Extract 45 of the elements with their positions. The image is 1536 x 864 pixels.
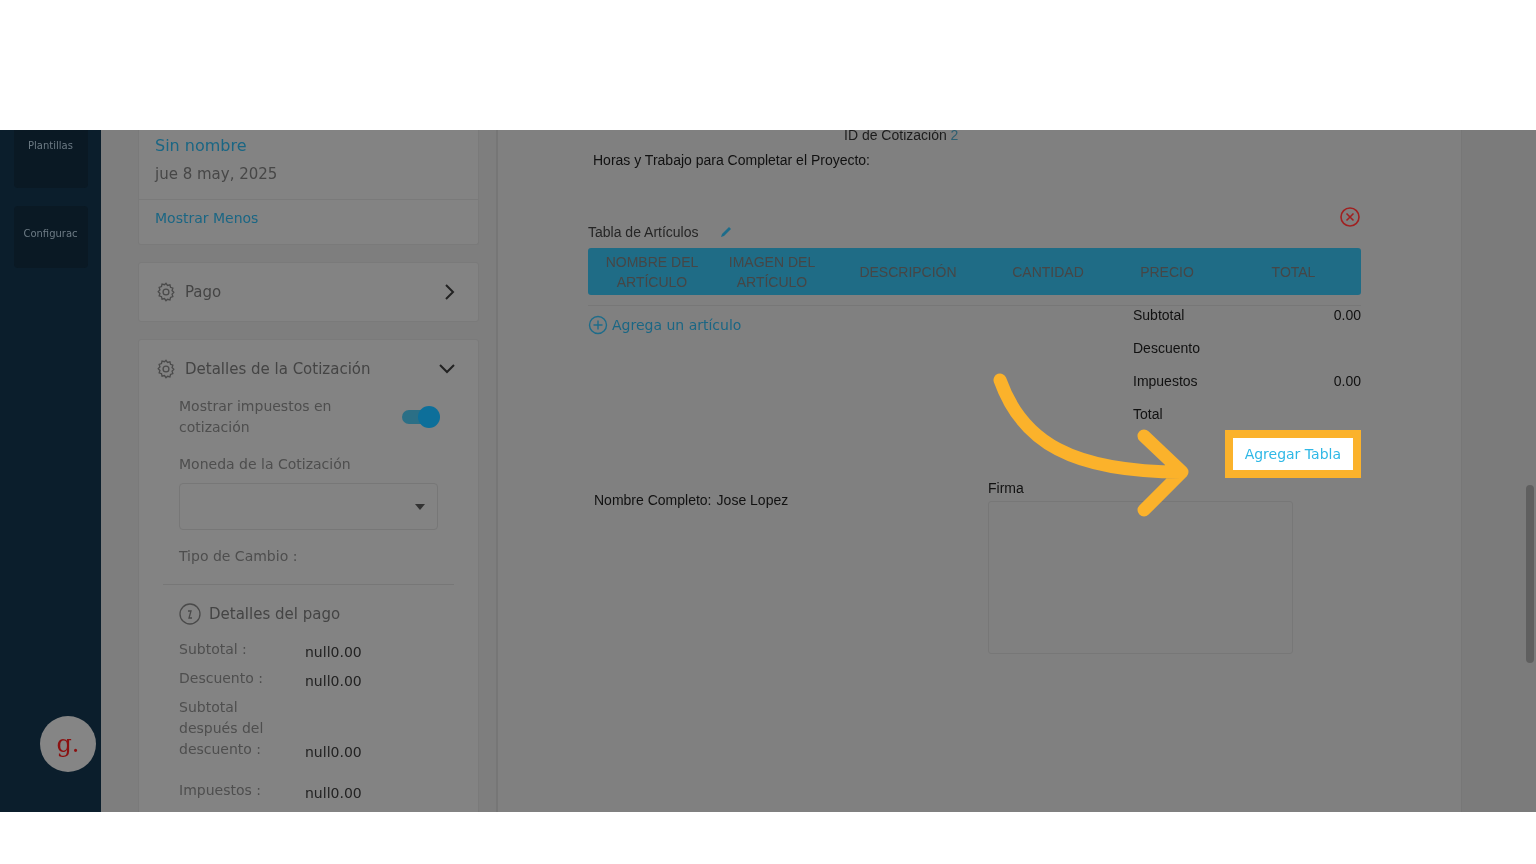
- pencil-icon[interactable]: [718, 225, 733, 239]
- section-title[interactable]: Detalles de la Cotización: [185, 360, 430, 378]
- nav-item[interactable]: Configurac: [13, 206, 88, 268]
- section-title[interactable]: Pago: [185, 283, 436, 301]
- table-title: Tabla de Artículos: [588, 224, 699, 240]
- section-heading: Horas y Trabajo para Completar el Proyecto:: [593, 152, 871, 168]
- gear-icon: [155, 358, 177, 380]
- total-label: Impuestos: [1133, 373, 1199, 389]
- payment-value: null0.00: [305, 644, 363, 660]
- total-label: Total: [1133, 406, 1164, 422]
- payment-value: null0.00: [305, 744, 363, 760]
- payment-value: null0.00: [305, 785, 363, 801]
- column-header: CANTIDAD: [1011, 262, 1085, 282]
- close-icon[interactable]: [1339, 206, 1361, 228]
- column-header: NOMBRE DEL ARTÍCULO: [604, 252, 700, 292]
- quote-title: Sin nombre: [155, 136, 248, 155]
- full-name-label: Nombre Completo:: [594, 492, 712, 508]
- plus-circle-icon: [588, 315, 608, 335]
- chevron-down-icon[interactable]: [438, 363, 456, 375]
- show-less-link[interactable]: Mostrar Menos: [155, 210, 259, 226]
- total-label: Subtotal: [1133, 307, 1186, 323]
- chevron-right-icon[interactable]: [444, 283, 456, 301]
- signature-label: Firma: [988, 480, 1025, 496]
- currency-select[interactable]: [179, 483, 438, 530]
- payment-value: null0.00: [305, 673, 363, 689]
- signature-box[interactable]: [988, 501, 1293, 654]
- add-table-button[interactable]: Agregar Tabla: [1224, 430, 1361, 478]
- nav-item[interactable]: Plantillas: [13, 130, 88, 188]
- column-header: IMAGEN DEL ARTÍCULO: [727, 252, 817, 292]
- full-name-value: Jose Lopez: [716, 492, 789, 508]
- info-icon: [179, 603, 201, 625]
- dropdown-caret-icon: [415, 503, 425, 510]
- quote-id: ID de Cotización 2: [843, 130, 960, 143]
- column-header: DESCRIPCIÓN: [858, 262, 958, 282]
- scrollbar-thumb[interactable]: [1526, 485, 1534, 663]
- column-header: TOTAL: [1270, 262, 1317, 282]
- total-value: 0.00: [1333, 373, 1361, 389]
- quote-date: jue 8 may, 2025: [155, 165, 279, 183]
- add-item-link[interactable]: Agrega un artículo: [588, 315, 742, 335]
- total-value: 0.00: [1333, 307, 1361, 323]
- payment-details-title: Detalles del pago: [209, 605, 341, 623]
- column-header: PRECIO: [1139, 262, 1195, 282]
- gear-icon: [155, 281, 177, 303]
- total-label: Descuento: [1133, 340, 1201, 356]
- avatar[interactable]: g.: [40, 716, 96, 772]
